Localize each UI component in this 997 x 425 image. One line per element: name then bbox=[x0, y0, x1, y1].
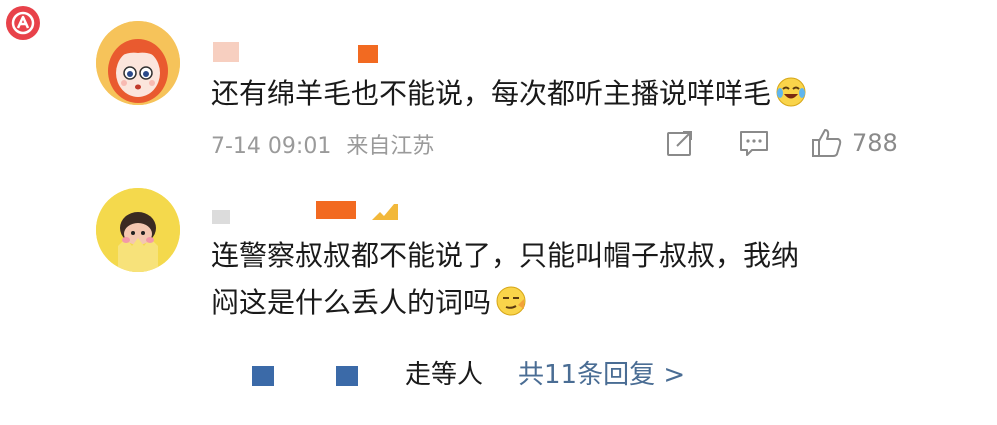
vip-badge-icon bbox=[372, 204, 398, 220]
user-badge-redacted bbox=[358, 45, 378, 63]
reply-avatar-redacted bbox=[252, 366, 274, 386]
view-replies-link[interactable]: 共11条回复 > bbox=[518, 355, 685, 395]
username-redacted[interactable] bbox=[212, 210, 230, 224]
like-button[interactable]: 788 bbox=[810, 125, 898, 161]
smirk-emoji-icon bbox=[496, 286, 526, 316]
app-logo bbox=[6, 6, 40, 40]
reply-button[interactable] bbox=[738, 125, 770, 161]
avatar[interactable] bbox=[96, 188, 180, 272]
comment-line: 闷这是什么丢人的词吗 bbox=[211, 279, 799, 326]
comment-location: 来自江苏 bbox=[346, 134, 435, 159]
reply-users-text: 走等人 bbox=[405, 360, 484, 390]
user-badge-redacted bbox=[316, 201, 356, 219]
comment-text: 连警察叔叔都不能说了，只能叫帽子叔叔，我纳 闷这是什么丢人的词吗 bbox=[211, 232, 799, 326]
logo-glyph-icon bbox=[11, 11, 35, 35]
comment-line: 连警察叔叔都不能说了，只能叫帽子叔叔，我纳 bbox=[211, 239, 800, 272]
laughing-tears-emoji-icon bbox=[776, 77, 806, 107]
comment-meta: 7-14 09:01 来自江苏 bbox=[211, 128, 434, 160]
username-redacted[interactable] bbox=[213, 42, 239, 62]
comment-line-text: 闷这是什么丢人的词吗 bbox=[211, 286, 492, 319]
comment-icon bbox=[740, 131, 768, 156]
avatar[interactable] bbox=[96, 21, 180, 105]
thumbs-up-icon bbox=[812, 129, 842, 157]
comment-body: 还有绵羊毛也不能说，每次都听主播说咩咩毛 bbox=[211, 77, 772, 110]
comment-text: 还有绵羊毛也不能说，每次都听主播说咩咩毛 bbox=[211, 70, 807, 117]
share-icon bbox=[667, 131, 692, 156]
share-button[interactable] bbox=[665, 125, 695, 161]
like-count: 788 bbox=[852, 129, 898, 157]
comment-time: 7-14 09:01 bbox=[211, 134, 332, 159]
reply-avatar-redacted bbox=[336, 366, 358, 386]
cartoon-girl-avatar-icon bbox=[96, 21, 180, 105]
cartoon-chick-avatar-icon bbox=[96, 188, 180, 272]
